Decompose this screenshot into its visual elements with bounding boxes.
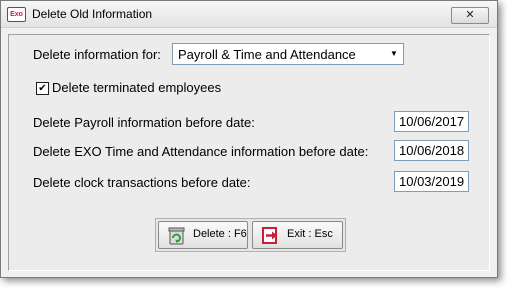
- exit-door-icon: [262, 227, 277, 244]
- payroll-date-label: Delete Payroll information before date:: [33, 115, 255, 130]
- title-bar[interactable]: Exo Delete Old Information ✕: [1, 1, 497, 28]
- delete-bin-icon: [168, 227, 185, 245]
- window-title: Delete Old Information: [32, 7, 153, 21]
- dialog-window: Exo Delete Old Information ✕ Delete info…: [0, 0, 498, 278]
- payroll-date-field[interactable]: 10/06/2017: [394, 111, 469, 132]
- close-button[interactable]: ✕: [451, 7, 489, 24]
- delete-button[interactable]: Delete : F6: [158, 221, 248, 249]
- delete-button-label: Delete : F6: [193, 228, 247, 240]
- clock-transactions-date-label: Delete clock transactions before date:: [33, 175, 251, 190]
- delete-for-value: Payroll & Time and Attendance: [178, 47, 356, 62]
- button-group: Delete : F6 Exit : Esc: [155, 218, 346, 252]
- close-icon: ✕: [465, 8, 475, 21]
- exit-button[interactable]: Exit : Esc: [252, 221, 343, 249]
- terminated-employees-label[interactable]: Delete terminated employees: [52, 80, 221, 95]
- clock-transactions-date-field[interactable]: 10/03/2019: [394, 171, 469, 192]
- delete-for-label: Delete information for:: [33, 47, 161, 62]
- exo-app-icon: Exo: [7, 7, 26, 22]
- exit-button-label: Exit : Esc: [287, 228, 333, 240]
- dialog-content: Delete information for: Payroll & Time a…: [8, 34, 490, 271]
- time-attendance-date-field[interactable]: 10/06/2018: [394, 140, 469, 161]
- time-attendance-date-label: Delete EXO Time and Attendance informati…: [33, 144, 369, 159]
- delete-for-dropdown[interactable]: Payroll & Time and Attendance ▼: [172, 43, 404, 65]
- terminated-employees-checkbox[interactable]: ✔: [36, 82, 49, 95]
- chevron-down-icon[interactable]: ▼: [385, 44, 403, 64]
